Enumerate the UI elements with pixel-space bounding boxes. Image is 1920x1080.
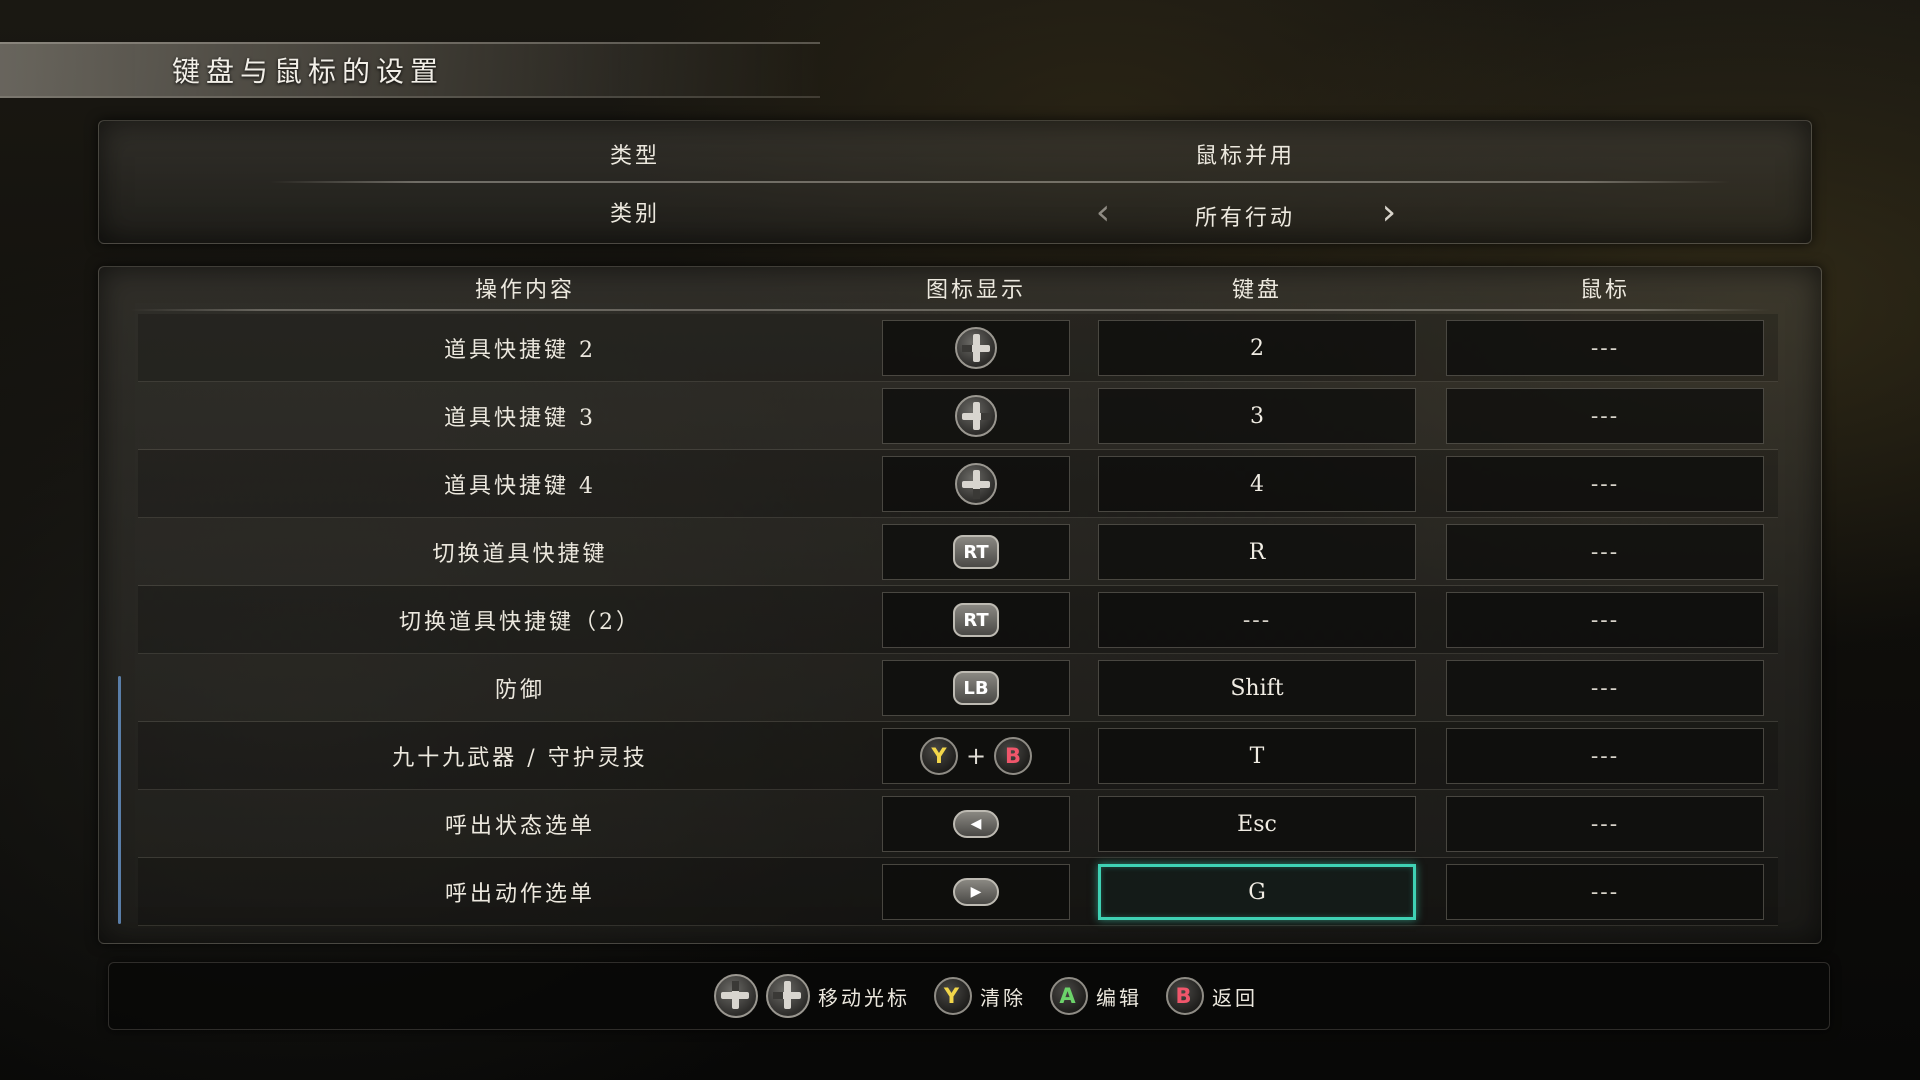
b-button-icon: B [1166,977,1204,1015]
mouse-binding[interactable]: --- [1446,320,1764,376]
dpad-down-icon [955,463,997,505]
hint-back[interactable]: B 返回 [1166,977,1258,1015]
category-next-chevron-icon[interactable]: › [1374,193,1404,233]
table-row[interactable]: 切换道具快捷键（2） RT --- --- [138,586,1778,654]
action-name: 切换道具快捷键 [432,542,608,567]
settings-divider [270,181,1730,183]
action-name: 呼出状态选单 [444,814,595,839]
mouse-binding[interactable]: --- [1446,864,1764,920]
keyboard-binding[interactable]: T [1098,728,1416,784]
dpad-left-icon [955,327,997,369]
mouse-binding[interactable]: --- [1446,388,1764,444]
button-hints: 移动光标 Y 清除 A 编辑 B 返回 [714,974,1272,1018]
action-name: 道具快捷键 3 [444,406,596,431]
keyboard-binding[interactable]: Shift [1098,660,1416,716]
view-button-icon: ◀ [953,810,999,838]
rt-button-icon: RT [953,603,999,637]
icon-cell: ▶ [882,864,1070,920]
mouse-binding[interactable]: --- [1446,456,1764,512]
page-title: 键盘与鼠标的设置 [172,55,445,88]
header-icon: 图标显示 [925,278,1026,303]
bindings-list: 道具快捷键 2 2 --- 道具快捷键 3 3 --- 道具快捷键 4 4 --… [138,314,1778,926]
hint-edit-label: 编辑 [1096,985,1142,1010]
icon-cell: Y + B [882,728,1070,784]
keyboard-binding[interactable]: R [1098,524,1416,580]
table-row[interactable]: 呼出动作选单 ▶ G --- [138,858,1778,926]
icon-cell [882,320,1070,376]
hint-move-cursor-label: 移动光标 [818,985,910,1010]
table-row[interactable]: 九十九武器 / 守护灵技 Y + B T --- [138,722,1778,790]
dpad-horizontal-icon [766,974,810,1018]
table-row[interactable]: 道具快捷键 3 3 --- [138,382,1778,450]
dpad-right-icon [955,395,997,437]
hint-edit[interactable]: A 编辑 [1050,977,1142,1015]
action-name: 呼出动作选单 [444,882,595,907]
category-label: 类别 [609,202,660,227]
icon-cell: LB [882,660,1070,716]
category-value[interactable]: 所有行动 [1130,200,1360,232]
keyboard-binding-selected[interactable]: G [1098,864,1416,920]
category-prev-chevron-icon[interactable]: ‹ [1088,193,1118,233]
action-name: 九十九武器 / 守护灵技 [392,746,648,771]
icon-cell [882,388,1070,444]
table-row[interactable]: 呼出状态选单 ◀ Esc --- [138,790,1778,858]
mouse-binding[interactable]: --- [1446,728,1764,784]
table-row[interactable]: 防御 LB Shift --- [138,654,1778,722]
keyboard-binding[interactable]: Esc [1098,796,1416,852]
plus-sign: + [965,742,987,770]
table-row[interactable]: 道具快捷键 2 2 --- [138,314,1778,382]
icon-cell: RT [882,592,1070,648]
mouse-binding[interactable]: --- [1446,796,1764,852]
rt-button-icon: RT [953,535,999,569]
mouse-binding[interactable]: --- [1446,524,1764,580]
hint-back-label: 返回 [1212,985,1258,1010]
action-name: 道具快捷键 4 [444,474,596,499]
header-divider [130,309,1770,311]
y-button-icon: Y [919,737,958,775]
scrollbar[interactable] [118,676,121,924]
icon-cell: ◀ [882,796,1070,852]
header-mouse: 鼠标 [1579,278,1630,303]
table-row[interactable]: 切换道具快捷键 RT R --- [138,518,1778,586]
mouse-binding[interactable]: --- [1446,660,1764,716]
hint-clear-label: 清除 [980,985,1026,1010]
lb-button-icon: LB [953,671,999,705]
header-action: 操作内容 [474,278,575,303]
y-button-icon: Y [934,977,972,1015]
keyboard-binding[interactable]: 2 [1098,320,1416,376]
table-row[interactable]: 道具快捷键 4 4 --- [138,450,1778,518]
header-keyboard: 键盘 [1231,278,1282,303]
keyboard-binding[interactable]: --- [1098,592,1416,648]
type-value[interactable]: 鼠标并用 [1130,138,1360,170]
action-name: 切换道具快捷键（2） [399,610,641,635]
b-button-icon: B [994,737,1033,775]
menu-button-icon: ▶ [953,878,999,906]
keyboard-binding[interactable]: 4 [1098,456,1416,512]
a-button-icon: A [1050,977,1088,1015]
hint-clear[interactable]: Y 清除 [934,977,1026,1015]
dpad-vertical-icon [714,974,758,1018]
hint-move-cursor: 移动光标 [714,974,910,1018]
mouse-binding[interactable]: --- [1446,592,1764,648]
action-name: 道具快捷键 2 [444,338,596,363]
keyboard-binding[interactable]: 3 [1098,388,1416,444]
icon-cell: RT [882,524,1070,580]
action-name: 防御 [494,678,545,703]
type-label: 类型 [609,144,660,169]
icon-cell [882,456,1070,512]
